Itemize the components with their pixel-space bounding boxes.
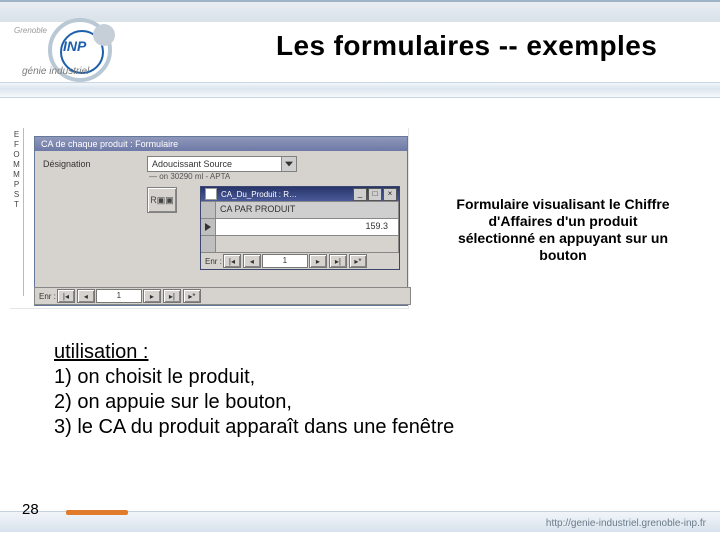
ca-value: 159.3 [216, 219, 399, 235]
logo-inp: INP [63, 38, 86, 54]
nav2-next-icon[interactable]: ▸ [143, 289, 161, 303]
nav-label: Enr : [205, 257, 222, 266]
usage-heading: utilisation : [54, 341, 149, 363]
nav-last-icon[interactable]: ▸| [329, 254, 347, 268]
subform-header-cell: CA PAR PRODUIT [216, 202, 399, 218]
subform-window: CA_Du_Produit : R… _ □ × CA PAR PRODUIT … [200, 186, 400, 270]
slide-header: Grenoble INP génie industriel Les formul… [0, 0, 720, 90]
main-form-titlebar: CA de chaque produit : Formulaire [35, 137, 407, 151]
subform-data-row: 159.3 [201, 218, 399, 235]
logo-sub: génie industriel [22, 66, 89, 77]
app-icon [205, 188, 217, 200]
form-screenshot: E F O M M P S T CA de chaque produit : F… [10, 128, 409, 309]
nav2-prev-icon[interactable]: ◂ [77, 289, 95, 303]
logo-grenoble-inp: Grenoble INP génie industriel [18, 14, 148, 78]
main-form-record-nav: Enr : |◂ ◂ 1 ▸ ▸| ▸* [34, 287, 411, 305]
combo-sub-text: — on 30290 ml - APTA [149, 172, 230, 181]
subform-record-nav: Enr : |◂ ◂ 1 ▸ ▸| ▸* [201, 252, 399, 269]
chevron-down-icon[interactable] [281, 157, 296, 171]
nav-label-2: Enr : [39, 292, 56, 301]
close-icon[interactable]: × [383, 188, 397, 201]
nav2-last-icon[interactable]: ▸| [163, 289, 181, 303]
slide-title: Les formulaires -- exemples [276, 30, 657, 62]
nav2-first-icon[interactable]: |◂ [57, 289, 75, 303]
usage-step-1: 1) on choisit le produit, [54, 366, 255, 388]
product-combobox[interactable]: Adoucissant Source [147, 156, 297, 172]
usage-step-2: 2) on appuie sur le bouton, [54, 391, 292, 413]
footer-accent [66, 510, 128, 515]
page-number: 28 [22, 501, 39, 518]
usage-block: utilisation : 1) on choisit le produit, … [54, 340, 454, 440]
maximize-icon[interactable]: □ [368, 188, 382, 201]
show-ca-button[interactable]: R▣▣ [147, 187, 177, 213]
nav2-record-number: 1 [96, 289, 142, 303]
minimize-icon[interactable]: _ [353, 188, 367, 201]
nav-next-icon[interactable]: ▸ [309, 254, 327, 268]
footer-url: http://genie-industriel.grenoble-inp.fr [546, 518, 706, 529]
button-glyph: R▣▣ [150, 196, 174, 204]
field-label-designation: Désignation [43, 159, 91, 169]
nav-record-number: 1 [262, 254, 308, 268]
screenshot-caption: Formulaire visualisant le Chiffre d'Affa… [432, 196, 694, 264]
subform-titlebar: CA_Du_Produit : R… _ □ × [201, 187, 399, 201]
nav-prev-icon[interactable]: ◂ [243, 254, 261, 268]
usage-step-3: 3) le CA du produit apparaît dans une fe… [54, 416, 454, 438]
header-divider [0, 82, 720, 106]
nav-new-icon[interactable]: ▸* [349, 254, 367, 268]
logo-top-text: Grenoble [14, 26, 47, 35]
left-letter-column: E F O M M P S T [10, 128, 24, 296]
nav2-new-icon[interactable]: ▸* [183, 289, 201, 303]
combo-selected-value: Adoucissant Source [152, 159, 232, 169]
subform-title-text: CA_Du_Produit : R… [221, 190, 297, 199]
nav-first-icon[interactable]: |◂ [223, 254, 241, 268]
subform-empty-row [201, 235, 399, 252]
current-record-icon [201, 219, 216, 235]
subform-header-row: CA PAR PRODUIT [201, 201, 399, 218]
